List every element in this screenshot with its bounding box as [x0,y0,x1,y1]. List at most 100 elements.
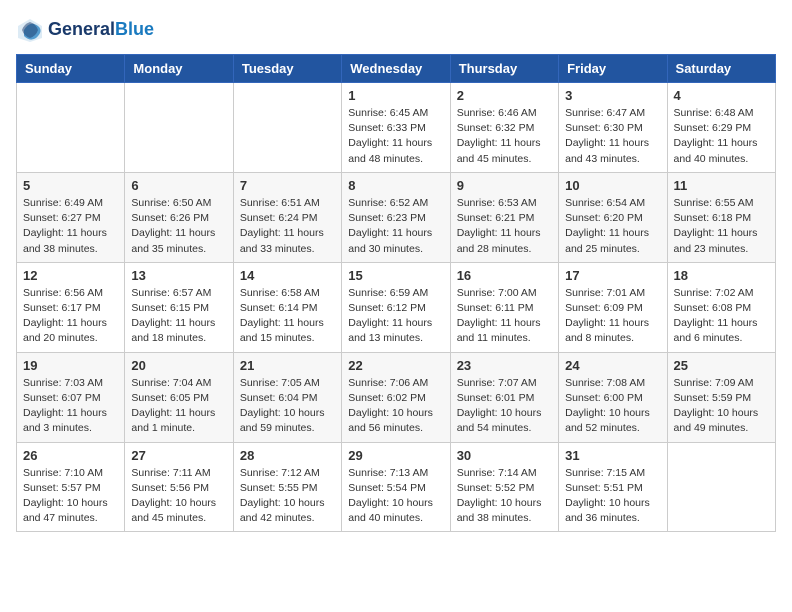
weekday-header: Thursday [450,55,558,83]
day-number: 14 [240,268,335,283]
day-info: Sunrise: 6:54 AMSunset: 6:20 PMDaylight:… [565,196,660,257]
day-number: 13 [131,268,226,283]
calendar-cell: 30 Sunrise: 7:14 AMSunset: 5:52 PMDayligh… [450,442,558,532]
day-number: 20 [131,358,226,373]
logo-text: GeneralBlue [48,20,154,40]
calendar-cell [17,83,125,173]
day-number: 26 [23,448,118,463]
day-info: Sunrise: 7:15 AMSunset: 5:51 PMDaylight:… [565,466,660,527]
day-number: 18 [674,268,769,283]
calendar-cell: 21 Sunrise: 7:05 AMSunset: 6:04 PMDayligh… [233,352,341,442]
day-info: Sunrise: 7:13 AMSunset: 5:54 PMDaylight:… [348,466,443,527]
day-info: Sunrise: 6:45 AMSunset: 6:33 PMDaylight:… [348,106,443,167]
day-number: 4 [674,88,769,103]
day-number: 2 [457,88,552,103]
day-number: 11 [674,178,769,193]
day-info: Sunrise: 7:09 AMSunset: 5:59 PMDaylight:… [674,376,769,437]
day-info: Sunrise: 6:49 AMSunset: 6:27 PMDaylight:… [23,196,118,257]
day-number: 29 [348,448,443,463]
day-info: Sunrise: 6:51 AMSunset: 6:24 PMDaylight:… [240,196,335,257]
calendar-cell: 2Sunrise: 6:46 AMSunset: 6:32 PMDaylight… [450,83,558,173]
day-info: Sunrise: 7:04 AMSunset: 6:05 PMDaylight:… [131,376,226,437]
calendar-cell [125,83,233,173]
day-number: 17 [565,268,660,283]
calendar-header-row: SundayMondayTuesdayWednesdayThursdayFrid… [17,55,776,83]
calendar-cell: 23 Sunrise: 7:07 AMSunset: 6:01 PMDayligh… [450,352,558,442]
day-info: Sunrise: 7:03 AMSunset: 6:07 PMDaylight:… [23,376,118,437]
calendar-cell: 12Sunrise: 6:56 AMSunset: 6:17 PMDayligh… [17,262,125,352]
day-info: Sunrise: 6:53 AMSunset: 6:21 PMDaylight:… [457,196,552,257]
calendar-cell [667,442,775,532]
day-info: Sunrise: 7:00 AMSunset: 6:11 PMDaylight:… [457,286,552,347]
day-info: Sunrise: 7:07 AMSunset: 6:01 PMDaylight:… [457,376,552,437]
day-number: 22 [348,358,443,373]
day-info: Sunrise: 6:48 AMSunset: 6:29 PMDaylight:… [674,106,769,167]
calendar-cell: 26 Sunrise: 7:10 AMSunset: 5:57 PMDayligh… [17,442,125,532]
calendar-cell: 20 Sunrise: 7:04 AMSunset: 6:05 PMDayligh… [125,352,233,442]
day-number: 24 [565,358,660,373]
day-info: Sunrise: 6:52 AMSunset: 6:23 PMDaylight:… [348,196,443,257]
calendar-cell: 13 Sunrise: 6:57 AMSunset: 6:15 PMDayligh… [125,262,233,352]
day-info: Sunrise: 7:14 AMSunset: 5:52 PMDaylight:… [457,466,552,527]
calendar-cell: 16 Sunrise: 7:00 AMSunset: 6:11 PMDayligh… [450,262,558,352]
calendar-week-row: 26 Sunrise: 7:10 AMSunset: 5:57 PMDayligh… [17,442,776,532]
calendar-week-row: 5 Sunrise: 6:49 AMSunset: 6:27 PMDaylight… [17,172,776,262]
calendar-cell: 9 Sunrise: 6:53 AMSunset: 6:21 PMDaylight… [450,172,558,262]
calendar-cell: 24 Sunrise: 7:08 AMSunset: 6:00 PMDayligh… [559,352,667,442]
calendar-cell: 3 Sunrise: 6:47 AMSunset: 6:30 PMDaylight… [559,83,667,173]
calendar-cell: 6 Sunrise: 6:50 AMSunset: 6:26 PMDaylight… [125,172,233,262]
calendar-cell: 10 Sunrise: 6:54 AMSunset: 6:20 PMDayligh… [559,172,667,262]
calendar-cell: 27Sunrise: 7:11 AMSunset: 5:56 PMDayligh… [125,442,233,532]
day-number: 21 [240,358,335,373]
calendar-table: SundayMondayTuesdayWednesdayThursdayFrid… [16,54,776,532]
logo-icon [16,16,44,44]
day-number: 28 [240,448,335,463]
day-info: Sunrise: 6:59 AMSunset: 6:12 PMDaylight:… [348,286,443,347]
calendar-cell: 8Sunrise: 6:52 AMSunset: 6:23 PMDaylight… [342,172,450,262]
day-number: 3 [565,88,660,103]
calendar-cell: 17Sunrise: 7:01 AMSunset: 6:09 PMDayligh… [559,262,667,352]
day-info: Sunrise: 7:02 AMSunset: 6:08 PMDaylight:… [674,286,769,347]
day-number: 12 [23,268,118,283]
weekday-header: Tuesday [233,55,341,83]
day-number: 19 [23,358,118,373]
weekday-header: Monday [125,55,233,83]
calendar-cell: 25 Sunrise: 7:09 AMSunset: 5:59 PMDayligh… [667,352,775,442]
calendar-cell: 4 Sunrise: 6:48 AMSunset: 6:29 PMDaylight… [667,83,775,173]
calendar-cell: 22 Sunrise: 7:06 AMSunset: 6:02 PMDayligh… [342,352,450,442]
day-info: Sunrise: 7:12 AMSunset: 5:55 PMDaylight:… [240,466,335,527]
calendar-cell: 31 Sunrise: 7:15 AMSunset: 5:51 PMDayligh… [559,442,667,532]
day-number: 23 [457,358,552,373]
day-number: 7 [240,178,335,193]
day-number: 15 [348,268,443,283]
day-info: Sunrise: 7:08 AMSunset: 6:00 PMDaylight:… [565,376,660,437]
calendar-week-row: 19 Sunrise: 7:03 AMSunset: 6:07 PMDayligh… [17,352,776,442]
logo: GeneralBlue [16,16,154,44]
day-number: 6 [131,178,226,193]
day-number: 27 [131,448,226,463]
day-number: 31 [565,448,660,463]
day-number: 9 [457,178,552,193]
day-number: 5 [23,178,118,193]
calendar-cell: 15 Sunrise: 6:59 AMSunset: 6:12 PMDayligh… [342,262,450,352]
calendar-cell: 1Sunrise: 6:45 AMSunset: 6:33 PMDaylight… [342,83,450,173]
calendar-cell: 5 Sunrise: 6:49 AMSunset: 6:27 PMDaylight… [17,172,125,262]
calendar-cell: 19 Sunrise: 7:03 AMSunset: 6:07 PMDayligh… [17,352,125,442]
day-number: 10 [565,178,660,193]
day-number: 25 [674,358,769,373]
day-info: Sunrise: 7:10 AMSunset: 5:57 PMDaylight:… [23,466,118,527]
calendar-cell: 18 Sunrise: 7:02 AMSunset: 6:08 PMDayligh… [667,262,775,352]
day-number: 16 [457,268,552,283]
day-info: Sunrise: 6:57 AMSunset: 6:15 PMDaylight:… [131,286,226,347]
calendar-cell: 14 Sunrise: 6:58 AMSunset: 6:14 PMDayligh… [233,262,341,352]
calendar-cell: 11Sunrise: 6:55 AMSunset: 6:18 PMDayligh… [667,172,775,262]
day-info: Sunrise: 6:50 AMSunset: 6:26 PMDaylight:… [131,196,226,257]
day-info: Sunrise: 6:58 AMSunset: 6:14 PMDaylight:… [240,286,335,347]
day-number: 30 [457,448,552,463]
day-info: Sunrise: 6:47 AMSunset: 6:30 PMDaylight:… [565,106,660,167]
day-info: Sunrise: 7:06 AMSunset: 6:02 PMDaylight:… [348,376,443,437]
day-info: Sunrise: 7:05 AMSunset: 6:04 PMDaylight:… [240,376,335,437]
calendar-cell [233,83,341,173]
weekday-header: Friday [559,55,667,83]
calendar-cell: 7 Sunrise: 6:51 AMSunset: 6:24 PMDaylight… [233,172,341,262]
